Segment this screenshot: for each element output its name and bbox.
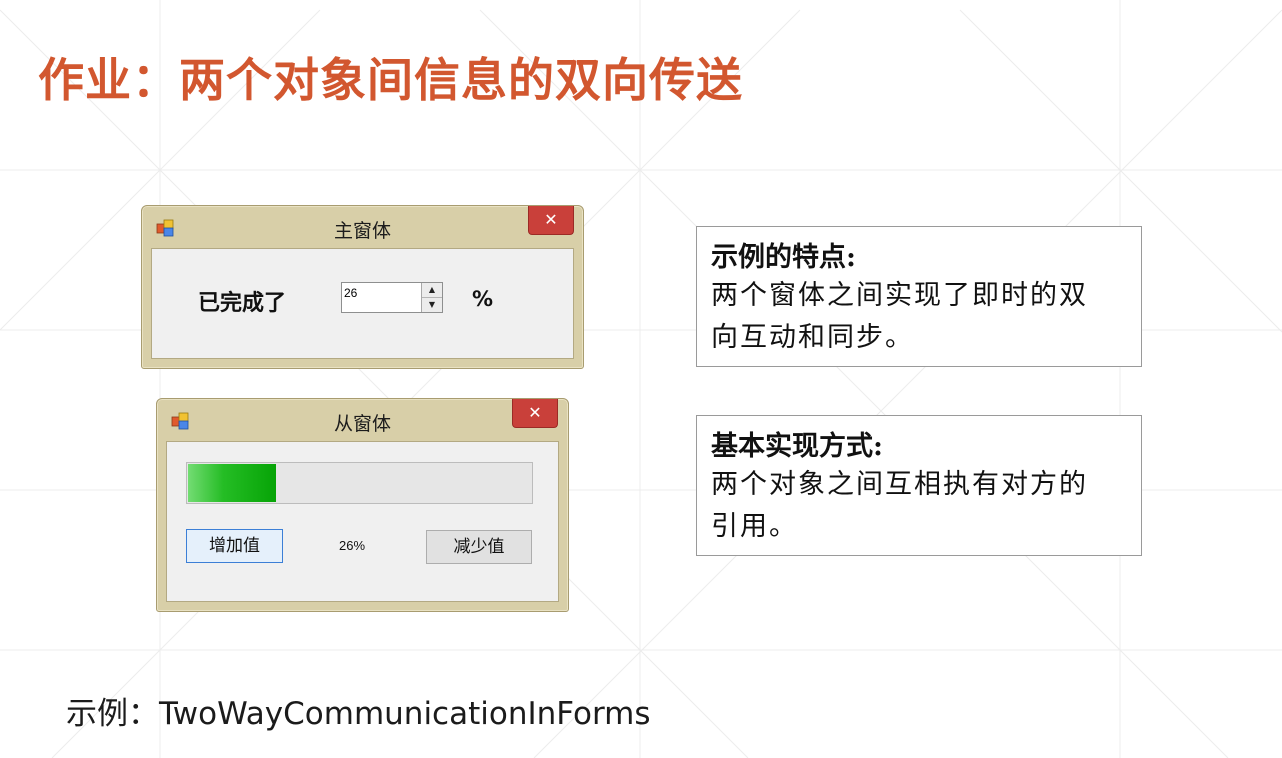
progress-bar xyxy=(186,462,533,504)
triangle-down-icon: ▼ xyxy=(428,300,436,309)
features-note: 示例的特点: 两个窗体之间实现了即时的双向互动和同步。 xyxy=(696,226,1142,367)
method-note-body: 两个对象之间互相执有对方的引用。 xyxy=(711,469,1088,542)
main-window-client: 已完成了 26 ▲ ▼ % xyxy=(151,248,574,359)
decrease-button[interactable]: 减少值 xyxy=(426,530,532,564)
example-caption: 示例：TwoWayCommunicationInForms xyxy=(66,688,651,733)
example-name: TwoWayCommunicationInForms xyxy=(159,696,651,732)
sub-window: 从窗体 ✕ 增加值 26% 减少值 xyxy=(156,398,569,612)
sub-window-client: 增加值 26% 减少值 xyxy=(166,441,559,602)
main-window-title: 主窗体 xyxy=(333,220,391,242)
example-prefix: 示例： xyxy=(66,696,159,732)
features-note-body: 两个窗体之间实现了即时的双向互动和同步。 xyxy=(711,280,1088,353)
sub-window-title: 从窗体 xyxy=(333,413,391,435)
percent-label: 26% xyxy=(339,538,366,553)
percent-sign: % xyxy=(472,287,494,311)
close-button[interactable]: ✕ xyxy=(528,206,574,235)
slide-title: 作业：两个对象间信息的双向传送 xyxy=(38,53,743,107)
close-icon: ✕ xyxy=(528,403,542,422)
close-button[interactable]: ✕ xyxy=(512,399,558,428)
method-note: 基本实现方式: 两个对象之间互相执有对方的引用。 xyxy=(696,415,1142,556)
increase-button[interactable]: 增加值 xyxy=(186,529,283,563)
stepper-down-button[interactable]: ▼ xyxy=(422,298,442,312)
sub-window-titlebar[interactable]: 从窗体 ✕ xyxy=(157,399,568,441)
progress-fill xyxy=(188,464,276,502)
triangle-up-icon: ▲ xyxy=(428,285,436,294)
main-window-titlebar[interactable]: 主窗体 ✕ xyxy=(142,206,583,248)
stepper-value[interactable]: 26 xyxy=(344,286,357,300)
stepper-buttons: ▲ ▼ xyxy=(421,283,442,312)
background-grid xyxy=(0,0,1282,758)
percent-stepper[interactable]: 26 ▲ ▼ xyxy=(341,282,443,313)
close-icon: ✕ xyxy=(544,210,558,229)
method-note-title: 基本实现方式: xyxy=(711,431,883,462)
main-window: 主窗体 ✕ 已完成了 26 ▲ ▼ % xyxy=(141,205,584,369)
features-note-title: 示例的特点: xyxy=(711,242,856,273)
completed-label: 已完成了 xyxy=(198,290,287,316)
stepper-up-button[interactable]: ▲ xyxy=(422,283,442,298)
